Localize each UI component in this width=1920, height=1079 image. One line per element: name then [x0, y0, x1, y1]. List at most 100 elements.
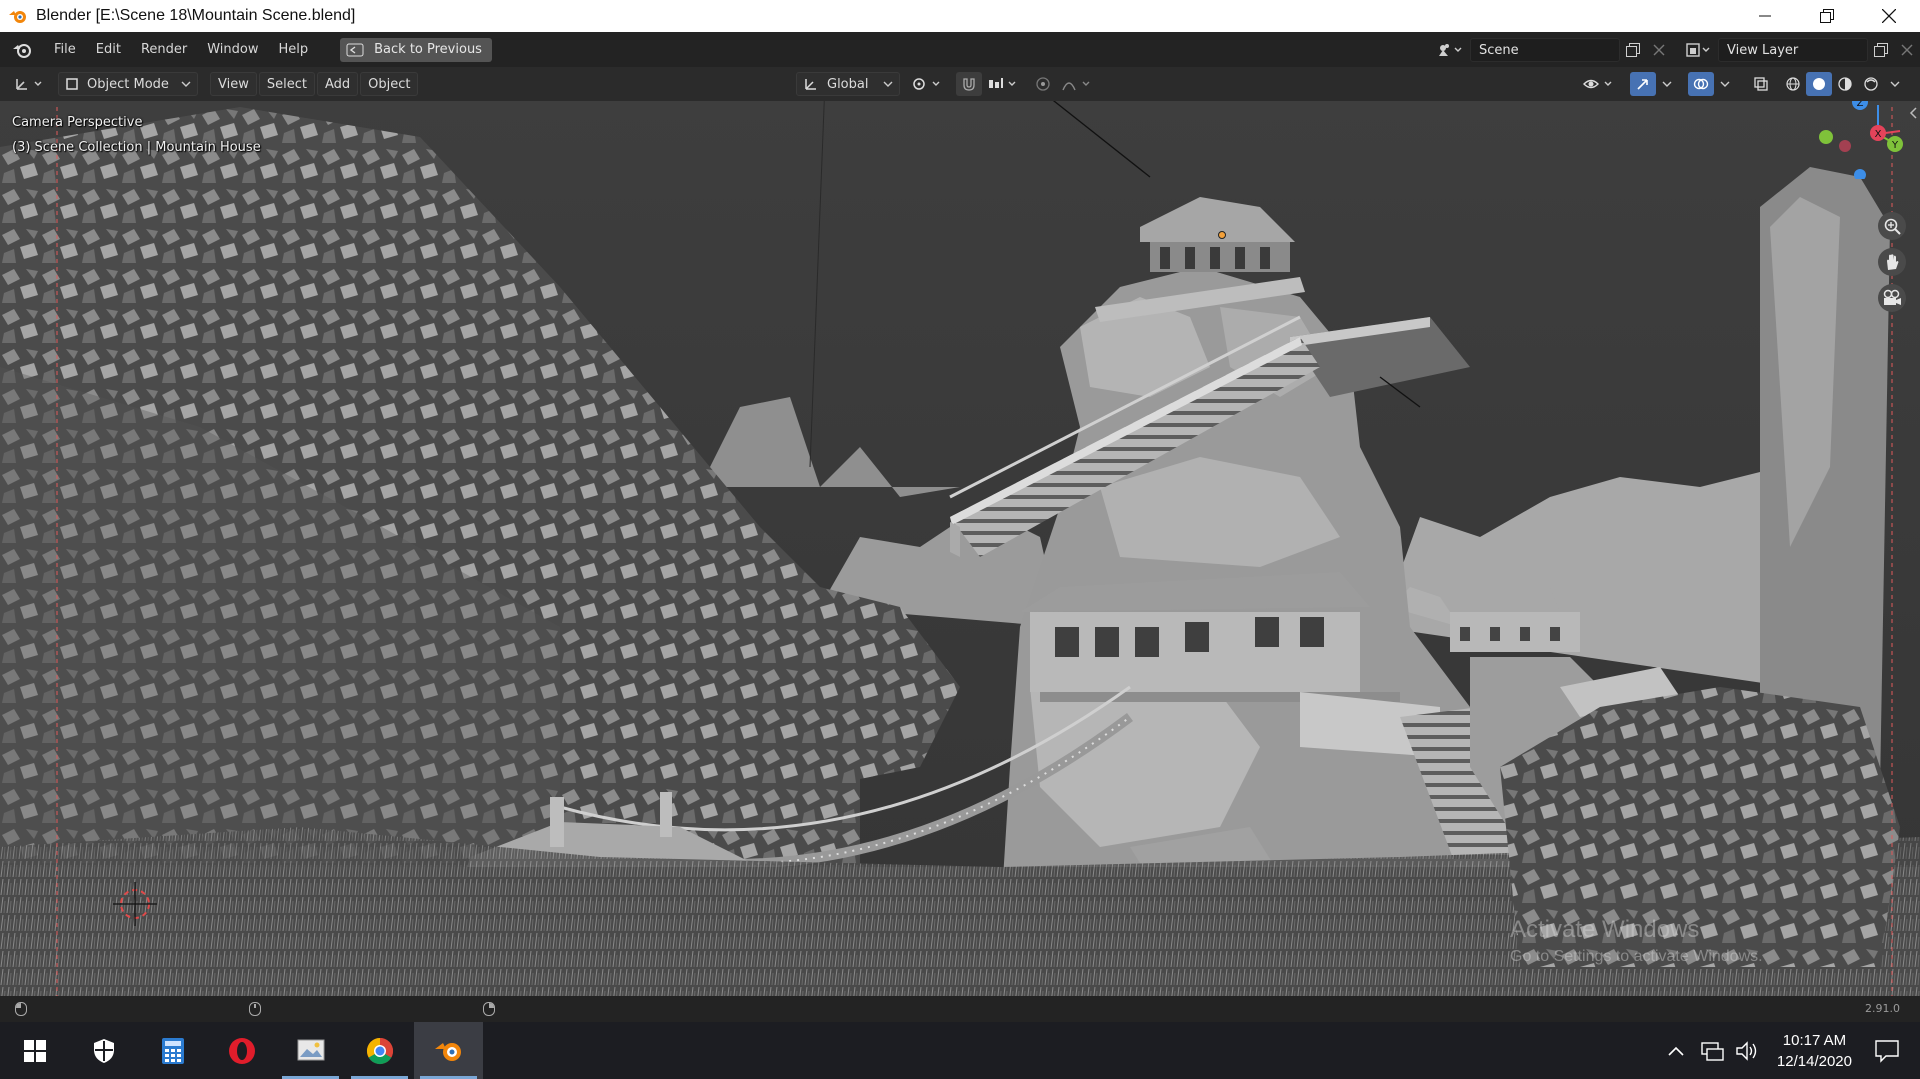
- view-layer-icon: [1686, 43, 1710, 57]
- notification-icon[interactable]: [1874, 1039, 1900, 1063]
- sidebar-toggle-arrow[interactable]: [1906, 103, 1920, 123]
- wireframe-shading-button[interactable]: [1780, 72, 1806, 96]
- taskbar-clock[interactable]: 10:17 AM 12/14/2020: [1777, 1030, 1852, 1072]
- taskbar-calculator[interactable]: [138, 1022, 207, 1079]
- close-icon: [1653, 44, 1665, 56]
- taskbar-chrome[interactable]: [345, 1022, 414, 1079]
- select-menu-button[interactable]: Select: [258, 72, 315, 96]
- solid-sphere-icon: [1813, 78, 1825, 90]
- rendered-shading-button[interactable]: [1858, 72, 1884, 96]
- chevron-down-icon: [1720, 81, 1730, 87]
- proportional-falloff-button[interactable]: [1058, 72, 1098, 96]
- object-menu-button[interactable]: Object: [360, 72, 419, 96]
- gizmo-options-button[interactable]: [1658, 72, 1676, 96]
- wireframe-sphere-icon: [1786, 77, 1800, 91]
- camera-view-button[interactable]: [1878, 284, 1906, 312]
- pivot-point-button[interactable]: [908, 72, 948, 96]
- view-menu-button[interactable]: View: [210, 72, 257, 96]
- clock-time: 10:17 AM: [1782, 1031, 1847, 1049]
- taskbar-blender[interactable]: [414, 1022, 483, 1079]
- mouse-middle-icon: [249, 1002, 261, 1016]
- chevron-down-icon: [1890, 81, 1900, 87]
- volume-icon[interactable]: [1735, 1040, 1761, 1062]
- window-title: Blender [E:\Scene 18\Mountain Scene.blen…: [36, 7, 356, 24]
- new-view-layer-button[interactable]: [1868, 38, 1894, 62]
- gizmo-neg-y-handle[interactable]: [1819, 130, 1833, 144]
- clock-date: 12/14/2020: [1776, 1052, 1852, 1070]
- object-mode-icon: [66, 78, 78, 90]
- falloff-curve-icon: [1062, 81, 1090, 91]
- camera-icon: [1883, 289, 1901, 305]
- snap-toggle-button[interactable]: [956, 72, 982, 96]
- zoom-icon: [1884, 218, 1901, 235]
- duplicate-icon: [1626, 43, 1640, 57]
- restore-icon: [1820, 9, 1834, 23]
- mouse-left-icon: [15, 1002, 27, 1016]
- proportional-edit-button[interactable]: [1030, 72, 1056, 96]
- visibility-filter-button[interactable]: [1580, 72, 1620, 96]
- chevron-up-icon[interactable]: [1667, 1045, 1685, 1057]
- new-scene-button[interactable]: [1620, 38, 1646, 62]
- view-layer-browse-button[interactable]: [1678, 38, 1718, 62]
- menu-window[interactable]: Window: [197, 38, 268, 62]
- pivot-icon: [913, 78, 940, 90]
- eye-select-icon: [1583, 79, 1612, 89]
- scene-browse-button[interactable]: [1430, 38, 1470, 62]
- camera-perspective-label: Camera Perspective: [12, 115, 143, 130]
- pan-view-button[interactable]: [1878, 248, 1906, 276]
- blender-logo-icon: [13, 43, 31, 58]
- opera-icon: [228, 1037, 255, 1064]
- menu-edit[interactable]: Edit: [86, 38, 131, 62]
- minimize-button[interactable]: [1734, 0, 1796, 32]
- blender-menu-button[interactable]: [0, 32, 44, 67]
- blender-window: Blender [E:\Scene 18\Mountain Scene.blen…: [0, 0, 1920, 1079]
- navigation-gizmo[interactable]: Z X Y: [1800, 89, 1910, 179]
- 3d-viewport[interactable]: Camera Perspective (3) Scene Collection …: [0, 67, 1920, 996]
- network-icon[interactable]: [1699, 1040, 1725, 1062]
- solid-shading-button[interactable]: [1806, 72, 1832, 96]
- scene-name-value: Scene: [1479, 42, 1519, 58]
- close-button[interactable]: [1858, 0, 1920, 32]
- restore-button[interactable]: [1796, 0, 1858, 32]
- xray-icon: [1754, 77, 1768, 91]
- mouse-right-icon: [483, 1002, 495, 1016]
- editor-type-button[interactable]: [8, 72, 52, 96]
- menu-render[interactable]: Render: [131, 38, 197, 62]
- calculator-icon: [161, 1037, 184, 1064]
- start-button[interactable]: [0, 1022, 69, 1079]
- zoom-view-button[interactable]: [1878, 212, 1906, 240]
- scene-name-field[interactable]: Scene: [1470, 38, 1620, 62]
- xray-toggle-button[interactable]: [1748, 72, 1774, 96]
- material-preview-button[interactable]: [1832, 72, 1858, 96]
- window-titlebar: Blender [E:\Scene 18\Mountain Scene.blen…: [0, 0, 1920, 32]
- gizmo-neg-z-handle[interactable]: [1854, 169, 1866, 179]
- snap-target-button[interactable]: [984, 72, 1024, 96]
- back-screen-icon: [346, 43, 364, 56]
- show-overlays-button[interactable]: [1688, 72, 1714, 96]
- scene-render: [0, 67, 1920, 996]
- overlays-options-button[interactable]: [1716, 72, 1734, 96]
- taskbar-windows-security[interactable]: [69, 1022, 138, 1079]
- blender-version: 2.91.0: [1865, 1002, 1900, 1015]
- chevron-left-icon: [1909, 107, 1917, 119]
- rendered-sphere-icon: [1864, 77, 1878, 91]
- chevron-down-icon: [181, 81, 191, 87]
- gizmo-neg-x-handle[interactable]: [1839, 140, 1851, 152]
- show-gizmo-button[interactable]: [1630, 72, 1656, 96]
- shading-options-button[interactable]: [1886, 72, 1904, 96]
- add-menu-button[interactable]: Add: [316, 72, 359, 96]
- delete-scene-button[interactable]: [1646, 38, 1672, 62]
- proportional-edit-icon: [1036, 77, 1050, 91]
- gizmo-x-label: X: [1875, 129, 1882, 140]
- close-icon: [1882, 9, 1896, 23]
- view-layer-field[interactable]: View Layer: [1718, 38, 1868, 62]
- taskbar-photos[interactable]: [276, 1022, 345, 1079]
- taskbar-opera[interactable]: [207, 1022, 276, 1079]
- menu-help[interactable]: Help: [269, 38, 319, 62]
- delete-view-layer-button[interactable]: [1894, 38, 1920, 62]
- photos-icon: [297, 1039, 324, 1060]
- menu-file[interactable]: File: [44, 38, 86, 62]
- object-mode-dropdown[interactable]: Object Mode: [58, 72, 198, 96]
- transform-orientation-dropdown[interactable]: Global: [796, 72, 900, 96]
- back-to-previous-button[interactable]: Back to Previous: [340, 37, 492, 62]
